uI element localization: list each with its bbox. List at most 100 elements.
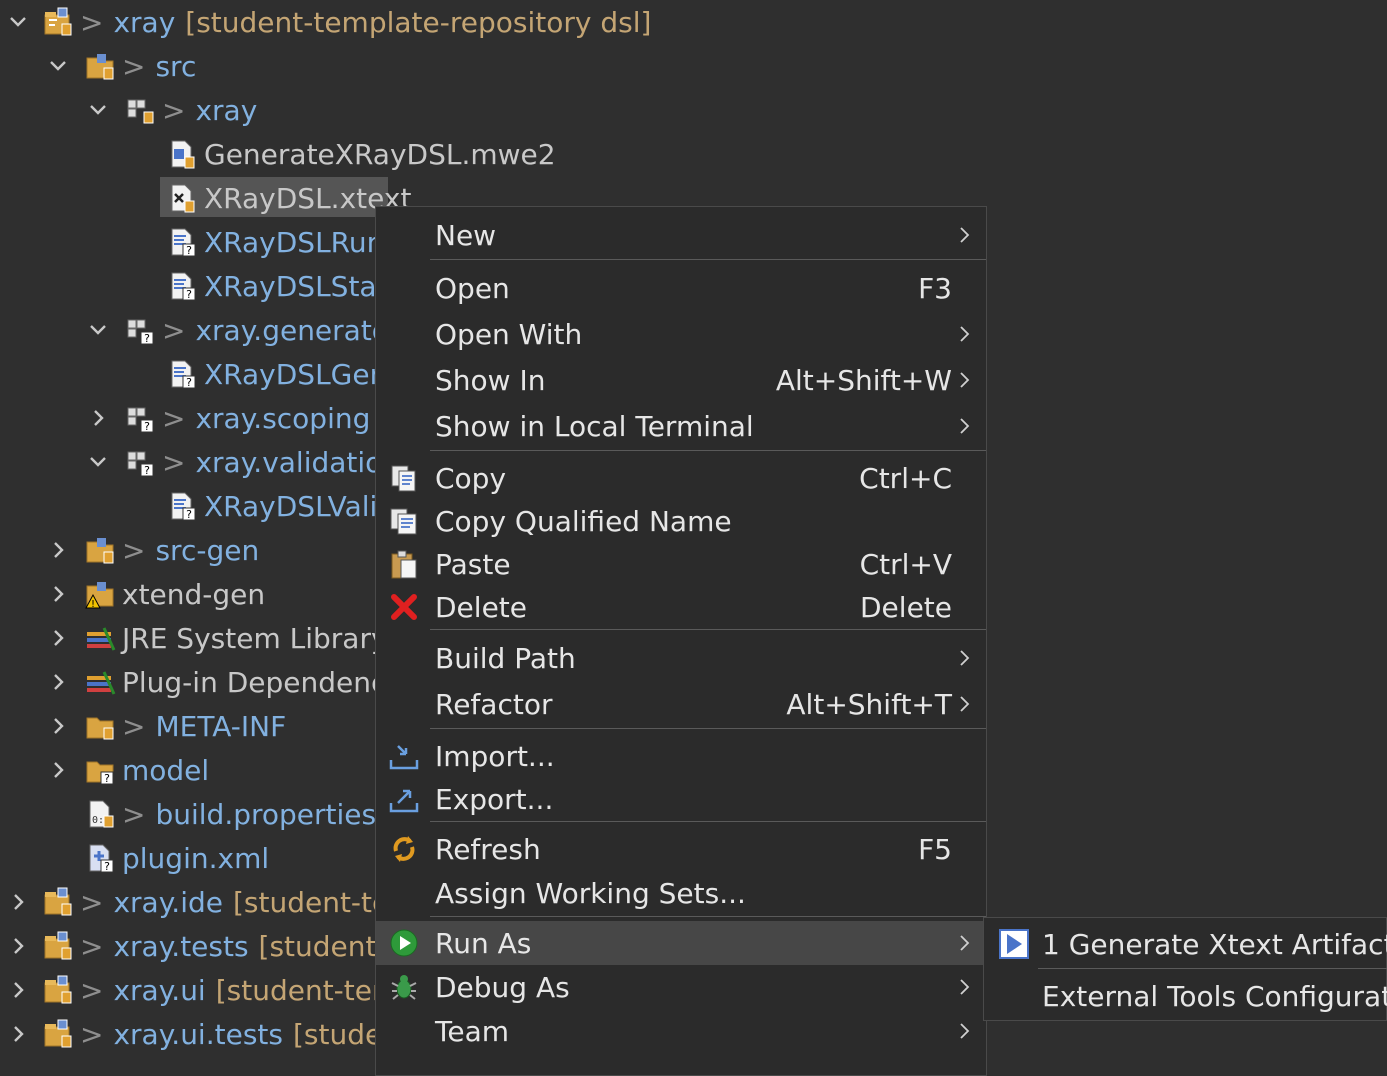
chevron-down-icon[interactable] <box>88 100 108 120</box>
java-file-icon: ? <box>166 358 198 390</box>
svg-text:?: ? <box>186 288 192 301</box>
menu-item-open[interactable]: Open F3 <box>376 266 986 310</box>
tree-item-package[interactable]: ? > xray.validation <box>124 440 400 484</box>
menu-separator <box>430 821 986 822</box>
chevron-right-icon[interactable] <box>48 540 68 560</box>
tree-item-file[interactable]: ? XRayDSLGene <box>166 352 405 396</box>
chevron-right-icon[interactable] <box>48 628 68 648</box>
chevron-right-icon[interactable] <box>48 716 68 736</box>
chevron-down-icon[interactable] <box>88 320 108 340</box>
project-icon <box>42 1018 74 1050</box>
tree-item-project[interactable]: > xray.ui.tests [student <box>42 1012 411 1056</box>
package-icon: ? <box>124 402 156 434</box>
paste-icon <box>388 548 420 580</box>
tree-item-project[interactable]: > xray.ui [student-tem <box>42 968 399 1012</box>
menu-item-copy-qualified-name[interactable]: Copy Qualified Name <box>376 499 986 543</box>
menu-item-refresh[interactable]: Refresh F5 <box>376 827 986 871</box>
menu-separator <box>430 728 986 729</box>
source-folder-warning-icon: ! <box>84 578 116 610</box>
tree-item-xtend-gen[interactable]: ! xtend-gen <box>84 572 265 616</box>
tree-item-project[interactable]: > xray.tests [student-t <box>42 924 398 968</box>
svg-text:?: ? <box>104 772 110 785</box>
menu-item-export[interactable]: Export... <box>376 777 986 821</box>
tree-item-file[interactable]: GenerateXRayDSL.mwe2 <box>166 132 556 176</box>
chevron-right-icon <box>958 694 972 714</box>
menu-item-delete[interactable]: Delete Delete <box>376 585 986 629</box>
chevron-down-icon[interactable] <box>88 452 108 472</box>
menu-separator <box>430 629 986 630</box>
chevron-right-icon[interactable] <box>8 892 28 912</box>
svg-text:!: ! <box>91 599 95 610</box>
copy-icon <box>388 462 420 494</box>
tree-item-project[interactable]: > xray.ide [student-ter <box>42 880 401 924</box>
tree-item-file[interactable]: ? XRayDSLValid <box>166 484 395 528</box>
context-menu: New Open F3 Open With Show In Alt+Shift+… <box>375 206 987 1076</box>
chevron-right-icon[interactable] <box>48 672 68 692</box>
library-icon <box>84 666 116 698</box>
chevron-right-icon[interactable] <box>48 760 68 780</box>
chevron-right-icon[interactable] <box>88 408 108 428</box>
chevron-right-icon <box>958 416 972 436</box>
project-icon <box>42 930 74 962</box>
chevron-right-icon <box>958 225 972 245</box>
svg-text:0:: 0: <box>92 815 104 826</box>
menu-item-copy[interactable]: Copy Ctrl+C <box>376 456 986 500</box>
tree-item-xray-package[interactable]: > xray <box>124 88 257 132</box>
svg-text:?: ? <box>186 508 192 521</box>
menu-item-import[interactable]: Import... <box>376 734 986 778</box>
chevron-right-icon[interactable] <box>8 980 28 1000</box>
library-icon <box>84 622 116 654</box>
package-icon: ? <box>124 314 156 346</box>
tree-item-meta-inf[interactable]: > META-INF <box>84 704 286 748</box>
folder-icon <box>84 710 116 742</box>
menu-item-new[interactable]: New <box>376 213 986 257</box>
tree-item-file[interactable]: ? XRayDSLRunt <box>166 220 395 264</box>
tree-item-file[interactable]: ? XRayDSLStan <box>166 264 394 308</box>
tree-item-build-properties[interactable]: 0: > build.properties <box>84 792 376 836</box>
menu-item-team[interactable]: Team <box>376 1009 986 1053</box>
copy-qualified-name-icon <box>388 505 420 537</box>
tree-item-package[interactable]: ? > xray.scoping <box>124 396 370 440</box>
refresh-icon <box>388 833 420 865</box>
menu-separator <box>1038 968 1387 969</box>
tree-item-model[interactable]: ? model <box>84 748 209 792</box>
chevron-right-icon <box>958 324 972 344</box>
menu-item-assign-working-sets[interactable]: Assign Working Sets... <box>376 871 986 915</box>
chevron-right-icon <box>958 370 972 390</box>
tree-item-xray-project[interactable]: > xray [student-template-repository dsl] <box>42 0 651 44</box>
svg-text:?: ? <box>144 420 150 433</box>
tree-item-jre[interactable]: JRE System Library [ <box>84 616 407 660</box>
plugin-file-icon: ? <box>84 842 116 874</box>
chevron-right-icon[interactable] <box>8 936 28 956</box>
chevron-down-icon[interactable] <box>8 12 28 32</box>
menu-item-build-path[interactable]: Build Path <box>376 636 986 680</box>
chevron-right-icon <box>958 1021 972 1041</box>
project-icon <box>42 886 74 918</box>
debug-bug-icon <box>388 971 420 1003</box>
tree-item-src[interactable]: > src <box>84 44 196 88</box>
tree-item-plugin-xml[interactable]: ? plugin.xml <box>84 836 269 880</box>
java-file-icon: ? <box>166 226 198 258</box>
java-file-icon: ? <box>166 490 198 522</box>
tree-item-plugin-dependencies[interactable]: Plug-in Dependenc <box>84 660 386 704</box>
menu-item-show-in[interactable]: Show In Alt+Shift+W <box>376 358 986 402</box>
tree-item-package[interactable]: ? > xray.generator <box>124 308 400 352</box>
chevron-right-icon[interactable] <box>8 1024 28 1044</box>
menu-item-show-in-local-terminal[interactable]: Show in Local Terminal <box>376 404 986 448</box>
source-folder-icon <box>84 50 116 82</box>
project-repo-label: [student-template-repository dsl] <box>185 5 652 39</box>
chevron-down-icon[interactable] <box>48 56 68 76</box>
menu-item-paste[interactable]: Paste Ctrl+V <box>376 542 986 586</box>
chevron-right-icon[interactable] <box>48 584 68 604</box>
java-file-icon: ? <box>166 270 198 302</box>
menu-separator <box>430 450 986 451</box>
svg-text:?: ? <box>104 860 110 873</box>
package-icon: ? <box>124 446 156 478</box>
tree-item-src-gen[interactable]: > src-gen <box>84 528 259 572</box>
menu-item-run-as[interactable]: Run As <box>376 921 986 965</box>
menu-item-open-with[interactable]: Open With <box>376 312 986 356</box>
menu-item-refactor[interactable]: Refactor Alt+Shift+T <box>376 682 986 726</box>
package-icon <box>124 94 156 126</box>
project-name: xray <box>113 5 176 39</box>
menu-item-debug-as[interactable]: Debug As <box>376 965 986 1009</box>
